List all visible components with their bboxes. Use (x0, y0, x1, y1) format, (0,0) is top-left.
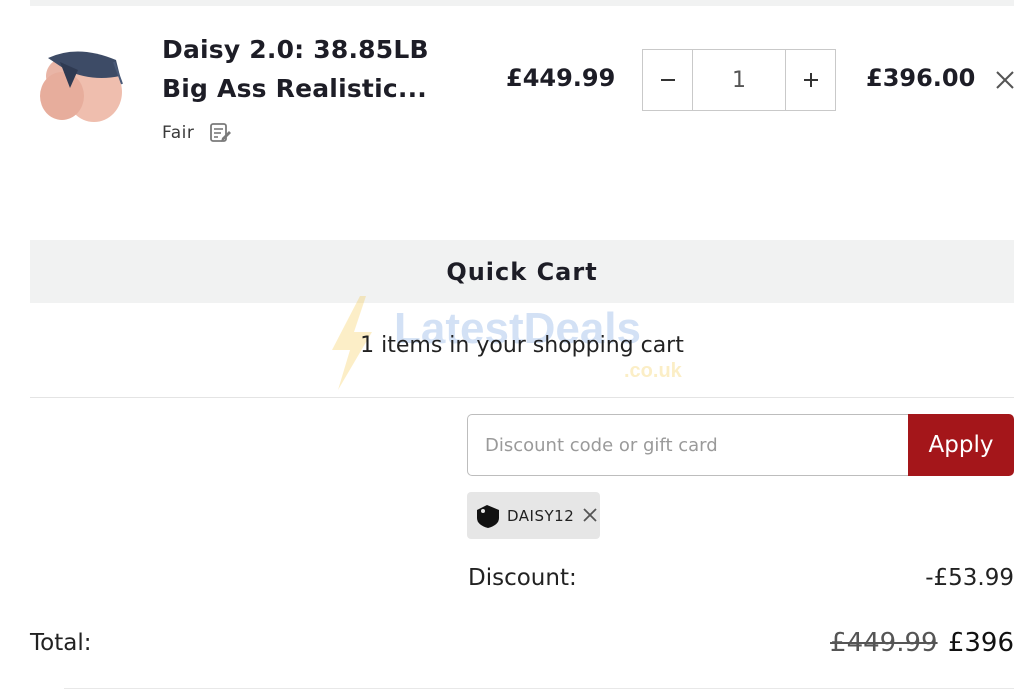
cart-page: Daisy 2.0: 38.85LB Big Ass Realistic... … (0, 0, 1024, 690)
line-total: £396.00 (866, 64, 976, 92)
close-icon (583, 507, 597, 522)
apply-discount-button[interactable]: Apply (908, 414, 1014, 476)
total-label: Total: (30, 630, 92, 656)
final-total: £396 (947, 628, 1014, 658)
original-total: £449.99 (830, 628, 938, 658)
remove-discount-button[interactable] (582, 504, 598, 528)
bottom-divider (64, 688, 1014, 689)
increase-quantity-button[interactable] (785, 50, 835, 110)
section-divider (30, 397, 1014, 398)
quantity-value[interactable]: 1 (693, 50, 785, 110)
tag-icon (477, 504, 499, 528)
applied-discount-code: DAISY12 (507, 506, 575, 525)
quick-cart-header: Quick Cart (30, 240, 1014, 303)
cart-item-count: 1 items in your shopping cart (360, 333, 684, 358)
close-icon (996, 71, 1014, 89)
total-amount: £449.99 £396 (830, 628, 1014, 658)
applied-discount-chip: DAISY12 (467, 492, 600, 539)
plus-icon (803, 73, 818, 87)
product-image[interactable] (30, 36, 126, 128)
discount-form: Apply (467, 414, 1014, 476)
minus-icon (660, 79, 675, 81)
decrease-quantity-button[interactable] (643, 50, 693, 110)
product-name[interactable]: Daisy 2.0: 38.85LB Big Ass Realistic... (162, 30, 462, 108)
variant-label: Fair (162, 123, 195, 143)
unit-price: £449.99 (506, 64, 616, 92)
watermark-suffix: .co.uk (624, 360, 682, 382)
quick-cart-title: Quick Cart (446, 257, 598, 286)
discount-amount: -£53.99 (925, 565, 1014, 591)
remove-item-button[interactable] (992, 66, 1018, 94)
quantity-stepper: 1 (642, 49, 836, 111)
variant-row: Fair (162, 120, 232, 146)
top-divider (30, 0, 1014, 6)
discount-label: Discount: (468, 565, 577, 591)
edit-note-icon[interactable] (208, 121, 232, 145)
discount-code-input[interactable] (467, 414, 908, 476)
